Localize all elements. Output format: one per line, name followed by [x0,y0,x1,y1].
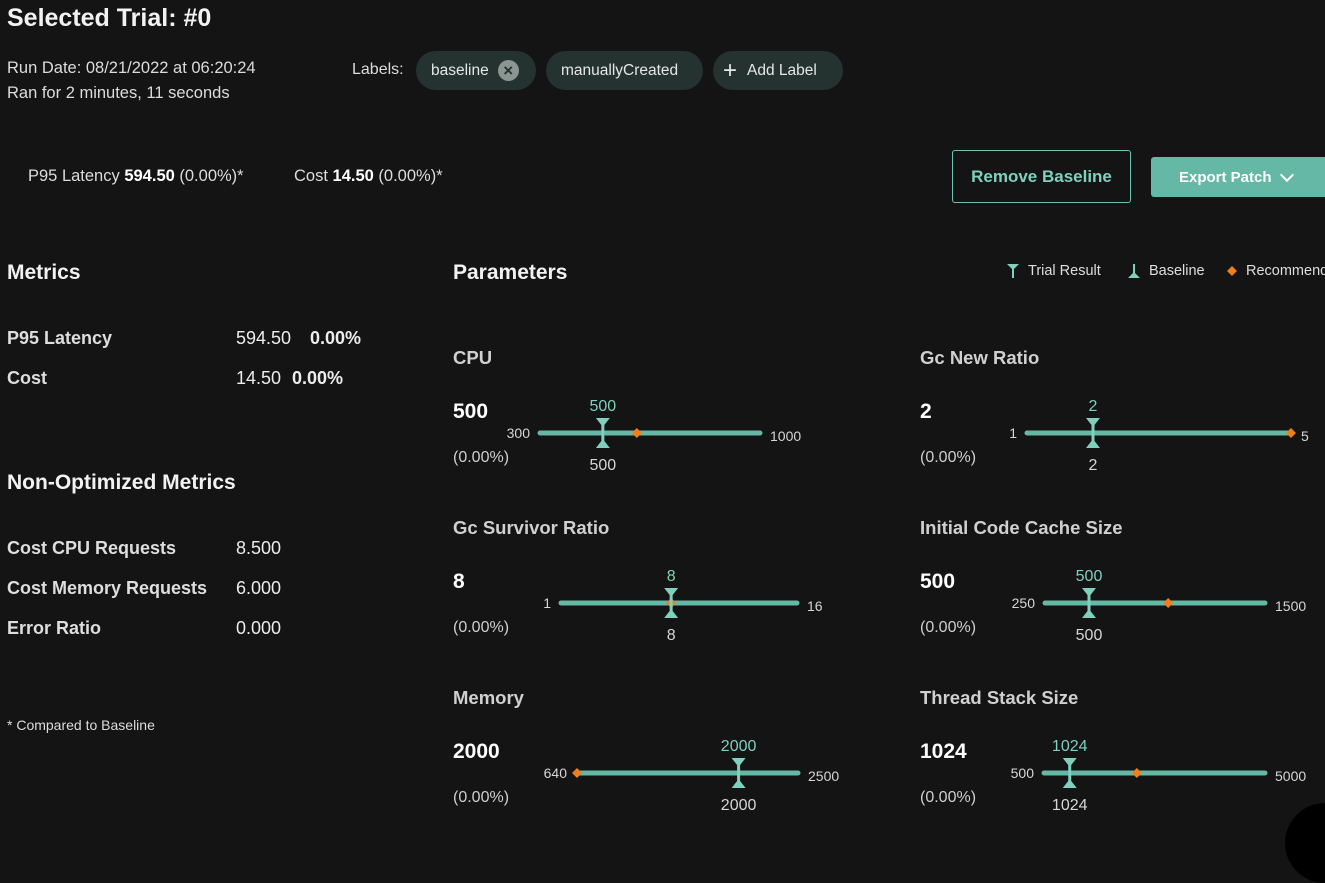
metric-value-p95-latency: 594.50 [236,328,292,348]
metrics-title: Metrics [7,261,81,284]
export-patch-button[interactable]: Export Patch [1151,157,1325,197]
slider-max-label: 1500 [1275,598,1306,614]
param-slider: 500 5000 1024 1024 [1011,738,1307,814]
baseline-label: 500 [590,457,617,474]
summary-latency-label: P95 Latency [28,167,120,185]
summary-cost-label: Cost [294,167,328,185]
metric-value-cost-cpu: 8.500 [236,538,282,558]
slider-max-label: 16 [807,598,823,614]
recommended-marker [1286,428,1296,438]
slider-max-label: 1000 [770,428,801,444]
slider-min-label: 1 [543,595,551,611]
close-icon[interactable]: × [497,60,519,81]
slider-min-label: 300 [507,425,531,441]
footnote: * Compared to Baseline [7,717,155,733]
metric-name-cost: Cost [7,368,47,388]
run-date: Run Date: 08/21/2022 at 06:20:24 [7,59,256,77]
baseline-label: 2 [1089,457,1098,474]
param-slider: 300 1000 500 500 [507,398,802,474]
slider-max-label: 5000 [1275,768,1306,784]
label-chip-text: baseline [431,61,489,79]
summary-cost: Cost 14.50 (0.00%)* [294,167,443,186]
labels-caption: Labels: [352,61,404,78]
trial-result-label: 2 [1089,398,1098,415]
recommended-marker [1131,768,1142,778]
legend-recommended-label: Recommend [1246,263,1325,279]
recommended-marker [572,768,582,778]
slider-max-label: 5 [1301,428,1309,444]
trial-result-label: 500 [590,398,617,415]
legend-trial: Trial Result [1006,263,1101,279]
plus-icon: + [723,56,738,84]
legend-recommended: Recommend [1226,263,1325,279]
run-duration: Ran for 2 minutes, 11 seconds [7,84,230,102]
label-chip-text: manuallyCreated [561,61,679,79]
summary-latency: P95 Latency 594.50 (0.00%)* [28,167,244,186]
param-slider: 640 2500 2000 2000 [544,738,840,814]
metric-delta-cost: 0.00% [292,368,344,388]
slider-min-label: 1 [1009,425,1017,441]
recommended-marker [1163,598,1174,608]
legend-trial-label: Trial Result [1028,263,1101,279]
param-slider: 1 522 [1009,398,1309,474]
chevron-down-icon [1279,167,1294,182]
trial-result-icon [1007,264,1019,278]
trial-result-label: 8 [667,568,676,585]
label-chip-manually-created[interactable]: manuallyCreated [546,51,703,90]
slider-min-label: 250 [1012,595,1036,611]
trial-result-label: 2000 [721,738,757,755]
metric-name-p95-latency: P95 Latency [7,328,113,348]
trial-result-label: 1024 [1052,738,1088,755]
remove-baseline-button[interactable]: Remove Baseline [952,150,1131,203]
summary-cost-delta: (0.00%)* [378,167,443,185]
add-label-button[interactable]: + Add Label [713,51,843,90]
metric-name-cost-memory: Cost Memory Requests [7,578,208,598]
metric-delta-p95-latency: 0.00% [310,328,362,348]
baseline-label: 1024 [1052,797,1088,814]
recommended-diamond-icon [1227,266,1237,276]
param-slider: 250 1500 500 500 [1012,568,1307,644]
metric-name-error-ratio: Error Ratio [7,618,102,638]
baseline-icon [1128,264,1140,278]
metric-value-error-ratio: 0.000 [236,618,282,638]
label-chip-baseline[interactable]: baseline × [416,51,536,90]
baseline-label: 500 [1076,627,1103,644]
slider-max-label: 2500 [808,768,839,784]
parameters-title: Parameters [453,261,568,284]
metric-name-cost-cpu: Cost CPU Requests [7,538,177,558]
trial-result-label: 500 [1076,568,1103,585]
baseline-label: 8 [667,627,676,644]
run-info: Run Date: 08/21/2022 at 06:20:24 Ran for… [7,56,256,106]
legend-baseline-label: Baseline [1149,263,1205,279]
summary-cost-value: 14.50 [332,167,374,185]
slider-min-label: 500 [1011,765,1035,781]
non-optimized-title: Non-Optimized Metrics [7,471,236,494]
legend-baseline: Baseline [1127,263,1205,279]
summary-latency-delta: (0.00%)* [179,167,244,185]
metric-value-cost-memory: 6.000 [236,578,282,598]
recommended-marker [631,428,642,438]
baseline-label: 2000 [721,797,757,814]
metric-value-cost: 14.50 [236,368,282,388]
param-slider: 1 16 8 8 [543,568,823,644]
slider-min-label: 640 [544,765,568,781]
add-label-text: Add Label [747,61,817,79]
summary-latency-value: 594.50 [124,167,175,185]
export-patch-label: Export Patch [1179,168,1272,186]
page-title: Selected Trial: #0 [7,4,212,32]
